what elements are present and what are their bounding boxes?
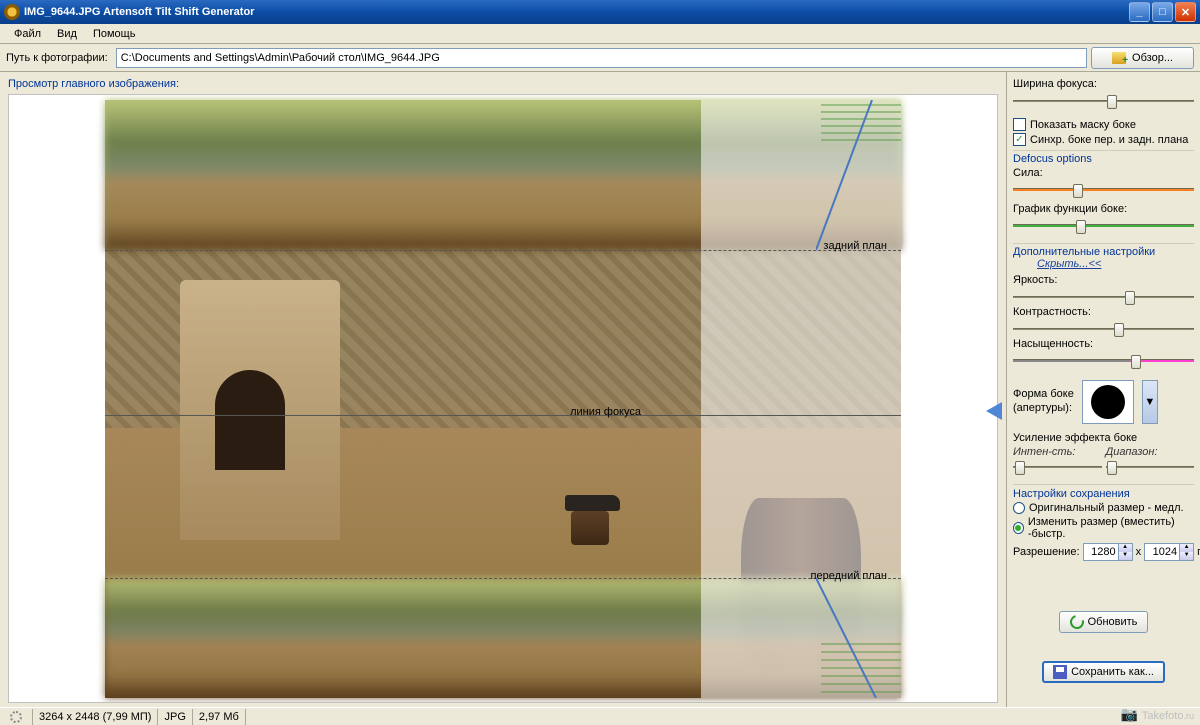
- folder-add-icon: [1112, 52, 1126, 64]
- contrast-label: Контрастность:: [1013, 306, 1194, 318]
- refresh-button[interactable]: Обновить: [1059, 611, 1149, 633]
- browse-button[interactable]: Обзор...: [1091, 47, 1194, 69]
- defocus-options-label: Defocus options: [1013, 153, 1092, 165]
- preview-label: Просмотр главного изображения:: [8, 78, 998, 90]
- preview-canvas[interactable]: задний план линия фокуса передний план: [8, 94, 998, 703]
- intensity-label: Интен-сть:: [1013, 446, 1075, 458]
- strength-label: Сила:: [1013, 167, 1194, 179]
- toolbar: Путь к фотографии: Обзор...: [0, 44, 1200, 72]
- focus-width-slider[interactable]: [1013, 92, 1194, 110]
- back-plane-label: задний план: [823, 240, 887, 252]
- menu-view[interactable]: Вид: [49, 26, 85, 42]
- sync-bokeh-checkbox[interactable]: ✓: [1013, 133, 1026, 146]
- brightness-slider[interactable]: [1013, 288, 1194, 306]
- circle-icon: [1091, 385, 1125, 419]
- titlebar: IMG_9644.JPG Artensoft Tilt Shift Genera…: [0, 0, 1200, 24]
- back-plane-line[interactable]: [105, 250, 901, 251]
- save-settings-label: Настройки сохранения: [1013, 488, 1130, 500]
- bokeh-enhance-label: Усиление эффекта боке: [1013, 432, 1194, 444]
- orig-size-label: Оригинальный размер - медл.: [1029, 502, 1184, 514]
- front-plane-label: передний план: [811, 570, 887, 582]
- browse-label: Обзор...: [1132, 52, 1173, 64]
- path-input[interactable]: [116, 48, 1087, 68]
- bokeh-shape-label: Форма боке: [1013, 388, 1074, 400]
- window-title: IMG_9644.JPG Artensoft Tilt Shift Genera…: [24, 6, 1129, 18]
- loading-icon: [10, 711, 22, 723]
- aperture-label: (апертуры):: [1013, 402, 1074, 414]
- sync-bokeh-label: Синхр. боке пер. и задн. плана: [1030, 134, 1188, 146]
- focus-line-label: линия фокуса: [570, 406, 641, 418]
- contrast-slider[interactable]: [1013, 320, 1194, 338]
- save-as-label: Сохранить как...: [1071, 666, 1154, 678]
- front-plane-line[interactable]: [105, 578, 901, 579]
- app-icon: [4, 4, 20, 20]
- status-format: JPG: [158, 709, 192, 725]
- status-dimensions: 3264 x 2448 (7,99 МП): [33, 709, 158, 725]
- bokeh-curve-slider[interactable]: [1013, 217, 1194, 235]
- width-spinner[interactable]: ▲▼: [1083, 543, 1133, 561]
- menu-help[interactable]: Помощь: [85, 26, 144, 42]
- strength-slider[interactable]: [1013, 181, 1194, 199]
- statusbar: 3264 x 2448 (7,99 МП) JPG 2,97 Мб: [0, 707, 1200, 725]
- range-slider[interactable]: [1106, 458, 1195, 476]
- focus-width-label: Ширина фокуса:: [1013, 78, 1194, 90]
- status-filesize: 2,97 Мб: [193, 709, 246, 725]
- minimize-button[interactable]: _: [1129, 2, 1150, 22]
- watermark: 📷 Takefoto.ru: [1121, 706, 1194, 723]
- maximize-button[interactable]: □: [1152, 2, 1173, 22]
- resize-label: Изменить размер (вместить) -быстр.: [1028, 516, 1194, 540]
- brightness-label: Яркость:: [1013, 274, 1194, 286]
- save-as-button[interactable]: Сохранить как...: [1042, 661, 1165, 683]
- show-mask-label: Показать маску боке: [1030, 119, 1136, 131]
- saturation-slider[interactable]: [1013, 352, 1194, 370]
- orig-size-radio[interactable]: [1013, 502, 1025, 514]
- path-label: Путь к фотографии:: [6, 52, 108, 64]
- bokeh-shape-preview: [1082, 380, 1134, 424]
- intensity-slider[interactable]: [1013, 458, 1102, 476]
- focus-line[interactable]: [105, 415, 901, 416]
- menubar: Файл Вид Помощь: [0, 24, 1200, 44]
- close-button[interactable]: ✕: [1175, 2, 1196, 22]
- save-icon: [1053, 665, 1067, 679]
- show-mask-checkbox[interactable]: [1013, 118, 1026, 131]
- refresh-icon: [1067, 612, 1086, 631]
- height-spinner[interactable]: ▲▼: [1144, 543, 1194, 561]
- refresh-label: Обновить: [1088, 616, 1138, 628]
- saturation-label: Насыщенность:: [1013, 338, 1194, 350]
- hide-link[interactable]: Скрыть...<<: [1037, 258, 1101, 270]
- side-panel: Ширина фокуса: Показать маску боке ✓ Син…: [1006, 72, 1200, 707]
- resize-radio[interactable]: [1013, 522, 1024, 534]
- range-label: Диапазон:: [1106, 446, 1158, 458]
- resolution-label: Разрешение:: [1013, 546, 1080, 558]
- bokeh-shape-dropdown[interactable]: ▼: [1142, 380, 1158, 424]
- extra-settings-label: Дополнительные настройки: [1013, 246, 1155, 258]
- bokeh-curve-label: График функции боке:: [1013, 203, 1194, 215]
- menu-file[interactable]: Файл: [6, 26, 49, 42]
- x-label: x: [1136, 546, 1142, 558]
- overlay-panel: [701, 100, 901, 698]
